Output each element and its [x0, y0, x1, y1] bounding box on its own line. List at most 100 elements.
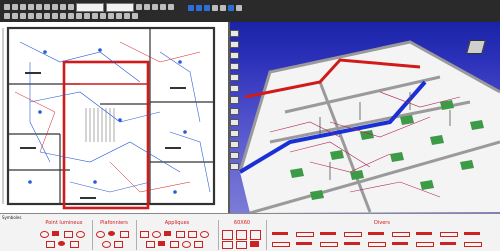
symbol-icon[interactable] — [182, 241, 191, 248]
symbol-icon[interactable] — [368, 242, 386, 247]
symbol-icon[interactable] — [272, 232, 288, 235]
symbol-icon[interactable] — [194, 241, 203, 248]
symbol-icon[interactable] — [464, 232, 480, 235]
symbol-icon[interactable] — [164, 231, 171, 236]
symbol-icon[interactable] — [440, 242, 456, 245]
symbol-icon[interactable] — [58, 241, 65, 246]
measure-icon[interactable] — [152, 4, 158, 10]
symbol-icon[interactable] — [176, 231, 185, 238]
symbol-icon[interactable] — [170, 241, 179, 248]
grid-icon[interactable] — [160, 4, 166, 10]
settings-icon[interactable] — [168, 4, 174, 10]
group-appliques[interactable]: Appliques — [138, 220, 216, 250]
symbol-icon[interactable] — [416, 232, 432, 235]
symbol-icon[interactable] — [320, 232, 336, 235]
render-icon[interactable] — [220, 5, 226, 11]
symbol-icon[interactable] — [250, 241, 259, 247]
text-icon[interactable] — [44, 13, 50, 19]
scale-icon[interactable] — [92, 13, 98, 19]
group-divers[interactable]: Divers — [268, 220, 496, 250]
delete-icon[interactable] — [68, 4, 74, 10]
symbol-icon[interactable] — [416, 242, 434, 247]
workspace — [0, 22, 500, 213]
offset-icon[interactable] — [124, 13, 130, 19]
symbol-icon[interactable] — [108, 231, 115, 236]
symbol-icon[interactable] — [188, 231, 197, 238]
export-icon[interactable] — [228, 5, 234, 11]
symbol-icon[interactable] — [152, 231, 161, 238]
floor-plan-view[interactable] — [0, 22, 230, 213]
symbol-icon[interactable] — [344, 232, 362, 237]
symbol-icon[interactable] — [200, 231, 209, 238]
symbol-icon[interactable] — [236, 241, 247, 249]
symbol-icon[interactable] — [114, 241, 123, 248]
symbol-icon[interactable] — [320, 242, 338, 247]
symbol-icon[interactable] — [464, 242, 482, 247]
symbol-icon[interactable] — [344, 242, 360, 245]
trim-icon[interactable] — [108, 13, 114, 19]
3d-view[interactable] — [230, 22, 500, 213]
rect-icon[interactable] — [28, 13, 34, 19]
redo-icon[interactable] — [36, 4, 42, 10]
symbol-icon[interactable] — [158, 241, 165, 246]
folder-icon[interactable] — [4, 4, 10, 10]
print-icon[interactable] — [20, 4, 26, 10]
line-icon[interactable] — [12, 13, 18, 19]
symbol-icon[interactable] — [392, 232, 410, 237]
symbol-icon[interactable] — [272, 242, 290, 247]
select-icon[interactable] — [4, 13, 10, 19]
symbol-icon[interactable] — [392, 242, 408, 245]
symbol-icon[interactable] — [46, 241, 55, 248]
group-60x60[interactable]: 60X60 — [220, 220, 264, 250]
rotate-icon[interactable] — [84, 13, 90, 19]
undo-icon[interactable] — [28, 4, 34, 10]
symbol-icon[interactable] — [222, 230, 233, 240]
symbol-icon[interactable] — [64, 231, 73, 238]
symbol-icon[interactable] — [70, 241, 79, 248]
polyline-icon[interactable] — [20, 13, 26, 19]
group-symbols — [220, 229, 264, 249]
symbol-icon[interactable] — [52, 231, 59, 236]
extend-icon[interactable] — [116, 13, 122, 19]
mirror-icon[interactable] — [76, 13, 82, 19]
group-point-lumineux[interactable]: Point lumineux — [38, 220, 90, 250]
circle-icon[interactable] — [36, 13, 42, 19]
dimension-icon[interactable] — [52, 13, 58, 19]
symbol-icon[interactable] — [146, 241, 155, 248]
symbol-icon[interactable] — [102, 241, 111, 248]
symbol-icon[interactable] — [120, 231, 129, 238]
group-symbols — [94, 229, 134, 249]
symbol-icon[interactable] — [222, 241, 233, 249]
symbol-icon[interactable] — [96, 231, 105, 238]
symbol-icon[interactable] — [440, 232, 458, 237]
array-icon[interactable] — [100, 13, 106, 19]
help-icon[interactable] — [236, 5, 242, 11]
3d-icon[interactable] — [204, 5, 210, 11]
zoom-icon[interactable] — [136, 4, 142, 10]
hatch-icon[interactable] — [60, 13, 66, 19]
symbol-icon[interactable] — [40, 231, 49, 238]
ai-icon[interactable] — [188, 5, 194, 11]
save-icon[interactable] — [12, 4, 18, 10]
symbol-icon[interactable] — [368, 232, 384, 235]
toolbar-row-app — [188, 3, 242, 13]
symbol-icon[interactable] — [250, 230, 261, 240]
copy-icon[interactable] — [52, 4, 58, 10]
block-icon[interactable] — [68, 13, 74, 19]
fillet-icon[interactable] — [132, 13, 138, 19]
paste-icon[interactable] — [60, 4, 66, 10]
camera-icon[interactable] — [212, 5, 218, 11]
symbol-icon[interactable] — [76, 231, 85, 238]
cut-icon[interactable] — [44, 4, 50, 10]
symbol-icon[interactable] — [236, 230, 247, 240]
3d-model-render[interactable] — [230, 22, 500, 213]
group-label: Plafonniers — [100, 220, 128, 226]
symbol-icon[interactable] — [140, 231, 149, 238]
floor-plan-drawing[interactable] — [0, 22, 228, 213]
symbol-icon[interactable] — [296, 242, 312, 245]
group-plafonniers[interactable]: Plafonniers — [94, 220, 134, 250]
group-separator — [266, 220, 267, 250]
symbol-icon[interactable] — [296, 232, 314, 237]
layout-icon[interactable] — [196, 5, 202, 11]
pan-icon[interactable] — [144, 4, 150, 10]
